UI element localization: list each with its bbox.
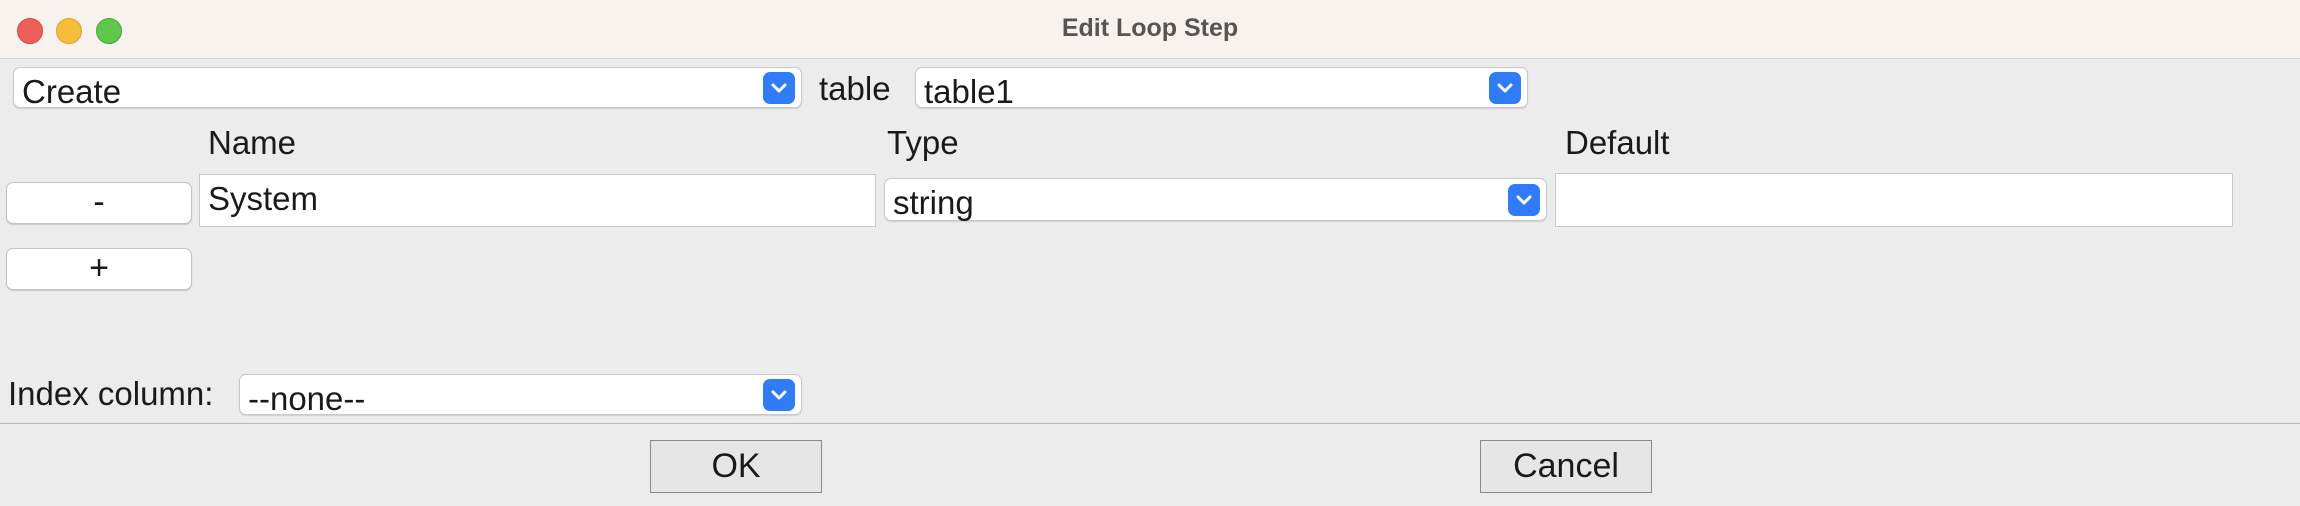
column-name-input[interactable]: System	[199, 174, 876, 227]
chevron-down-icon	[1508, 183, 1540, 216]
ok-button[interactable]: OK	[650, 440, 822, 493]
title-bar: Edit Loop Step	[0, 0, 2300, 59]
action-select-value: Create	[22, 73, 122, 110]
edit-loop-step-dialog: Edit Loop Step Create table table1 Name …	[0, 0, 2300, 506]
table-label: table	[819, 70, 891, 107]
column-type-value: string	[893, 184, 974, 221]
chevron-down-icon	[1489, 71, 1521, 104]
column-header-default: Default	[1565, 124, 1670, 161]
footer-divider	[0, 423, 2300, 424]
window-title: Edit Loop Step	[1061, 14, 1239, 42]
index-column-value: --none--	[248, 380, 366, 417]
column-default-input[interactable]	[1555, 173, 2233, 227]
action-select[interactable]: Create	[13, 67, 802, 110]
cancel-button[interactable]: Cancel	[1480, 440, 1652, 493]
table-select[interactable]: table1	[915, 67, 1528, 110]
add-row-button[interactable]: +	[6, 248, 192, 290]
table-select-value: table1	[924, 73, 1014, 110]
column-header-name: Name	[208, 124, 297, 161]
column-header-type: Type	[887, 124, 959, 161]
remove-row-button[interactable]: -	[6, 182, 192, 224]
column-type-select[interactable]: string	[884, 178, 1547, 221]
chevron-down-icon	[763, 378, 795, 411]
index-column-select[interactable]: --none--	[239, 374, 802, 417]
index-column-label: Index column:	[8, 375, 214, 412]
chevron-down-icon	[763, 71, 795, 104]
